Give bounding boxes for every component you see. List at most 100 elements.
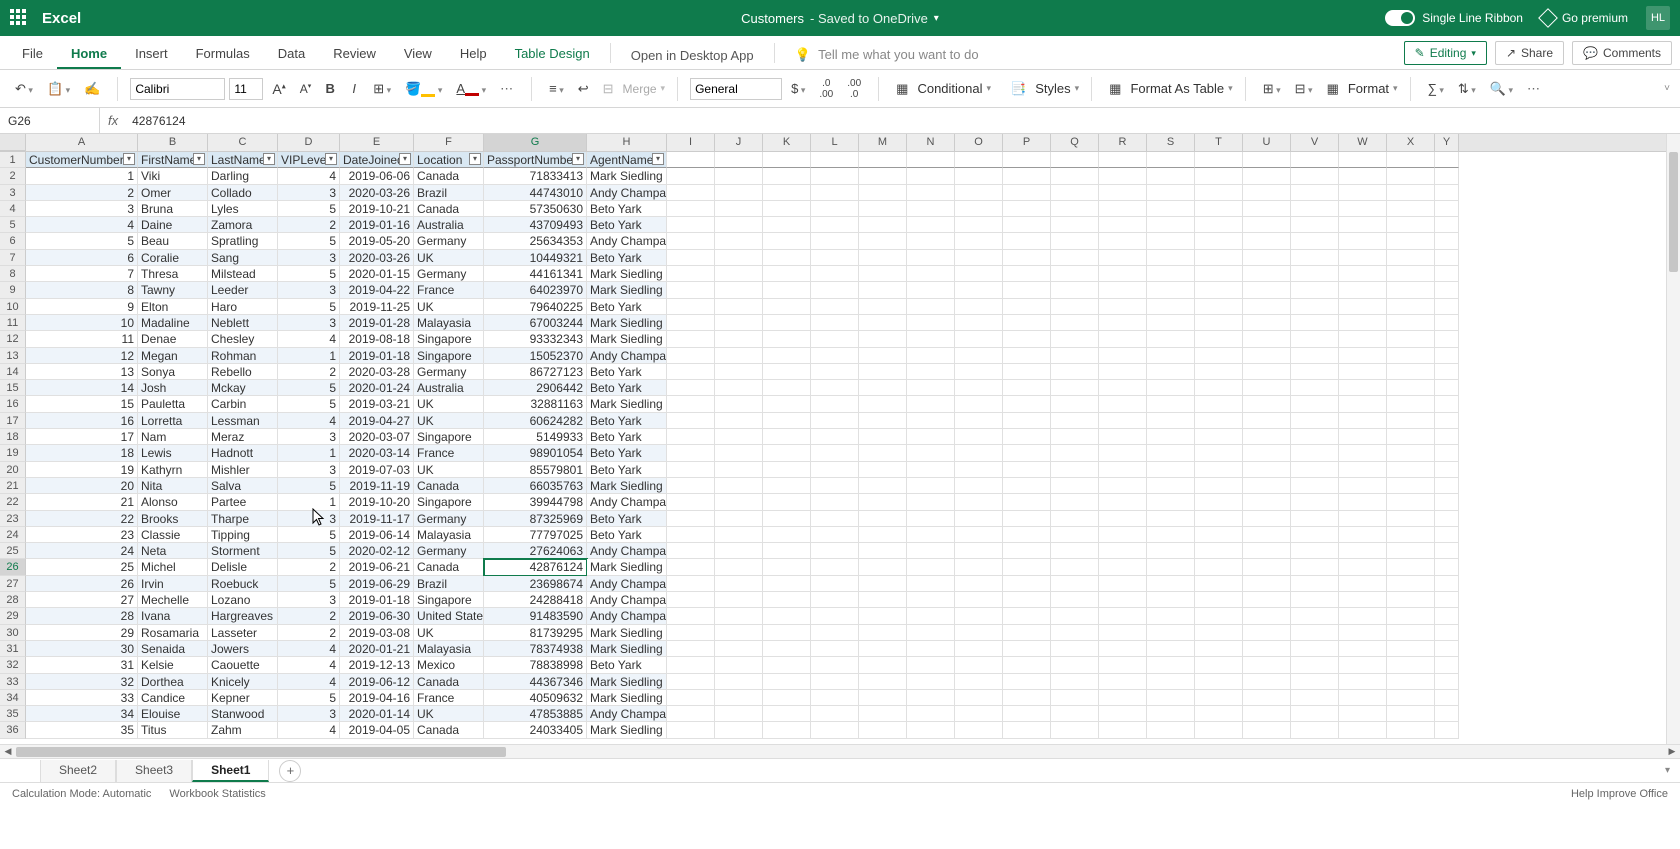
cell[interactable]: Knicely bbox=[208, 674, 278, 690]
cell[interactable] bbox=[1339, 543, 1387, 559]
cell[interactable] bbox=[1099, 364, 1147, 380]
cell[interactable]: 4 bbox=[278, 657, 340, 673]
header-cell[interactable] bbox=[811, 152, 859, 168]
cell[interactable] bbox=[1339, 625, 1387, 641]
cell[interactable]: 3 bbox=[278, 282, 340, 298]
cell[interactable] bbox=[1147, 299, 1195, 315]
cell[interactable]: 1 bbox=[278, 445, 340, 461]
cell[interactable] bbox=[667, 608, 715, 624]
cell[interactable]: 98901054 bbox=[484, 445, 587, 461]
row-header[interactable]: 24 bbox=[0, 527, 26, 543]
cell[interactable] bbox=[763, 315, 811, 331]
cell[interactable]: 28 bbox=[26, 608, 138, 624]
cell[interactable]: 2019-11-25 bbox=[340, 299, 414, 315]
cell[interactable] bbox=[1339, 722, 1387, 738]
cell[interactable] bbox=[859, 380, 907, 396]
comments-button[interactable]: 💬 Comments bbox=[1572, 41, 1672, 65]
cell[interactable]: Mckay bbox=[208, 380, 278, 396]
cell[interactable] bbox=[1003, 543, 1051, 559]
cell[interactable] bbox=[1339, 250, 1387, 266]
cell[interactable] bbox=[667, 494, 715, 510]
cell[interactable] bbox=[1147, 185, 1195, 201]
cell[interactable] bbox=[907, 201, 955, 217]
cell[interactable] bbox=[715, 168, 763, 184]
cell[interactable] bbox=[1435, 478, 1459, 494]
cell[interactable] bbox=[1051, 250, 1099, 266]
cell[interactable] bbox=[1387, 559, 1435, 575]
go-premium-button[interactable]: Go premium bbox=[1541, 11, 1628, 25]
cell[interactable] bbox=[1339, 233, 1387, 249]
cell[interactable]: Titus bbox=[138, 722, 208, 738]
column-header[interactable]: L bbox=[811, 134, 859, 151]
cell[interactable] bbox=[1003, 364, 1051, 380]
cell[interactable] bbox=[1195, 478, 1243, 494]
cell[interactable]: Alonso bbox=[138, 494, 208, 510]
cell[interactable]: 78374938 bbox=[484, 641, 587, 657]
cell[interactable] bbox=[1003, 201, 1051, 217]
cell[interactable] bbox=[1339, 494, 1387, 510]
cell[interactable]: 25634353 bbox=[484, 233, 587, 249]
cell[interactable]: Australia bbox=[414, 217, 484, 233]
cell[interactable]: 4 bbox=[278, 168, 340, 184]
cell[interactable]: Nam bbox=[138, 429, 208, 445]
cell[interactable] bbox=[907, 364, 955, 380]
cell[interactable] bbox=[1435, 511, 1459, 527]
cell[interactable]: 2020-01-15 bbox=[340, 266, 414, 282]
cell[interactable]: 24288418 bbox=[484, 592, 587, 608]
cell[interactable] bbox=[1339, 608, 1387, 624]
cell[interactable]: 2019-12-13 bbox=[340, 657, 414, 673]
cell[interactable]: Andy Champan bbox=[587, 543, 667, 559]
cell[interactable] bbox=[1243, 478, 1291, 494]
cell[interactable]: 2019-01-16 bbox=[340, 217, 414, 233]
cell[interactable] bbox=[811, 559, 859, 575]
more-options[interactable]: ⋯ bbox=[1522, 78, 1546, 100]
cell[interactable] bbox=[1435, 413, 1459, 429]
cell[interactable] bbox=[1147, 282, 1195, 298]
cell[interactable] bbox=[1243, 445, 1291, 461]
cell[interactable] bbox=[1147, 494, 1195, 510]
cell[interactable] bbox=[955, 722, 1003, 738]
cell[interactable] bbox=[667, 185, 715, 201]
cell[interactable] bbox=[1147, 543, 1195, 559]
cell[interactable] bbox=[955, 282, 1003, 298]
cell[interactable]: 5 bbox=[278, 266, 340, 282]
cell[interactable]: 2019-03-08 bbox=[340, 625, 414, 641]
cell[interactable]: Germany bbox=[414, 233, 484, 249]
cell[interactable] bbox=[1099, 527, 1147, 543]
cell[interactable] bbox=[1147, 559, 1195, 575]
cell[interactable] bbox=[859, 641, 907, 657]
cell[interactable]: France bbox=[414, 445, 484, 461]
cell[interactable]: 34 bbox=[26, 706, 138, 722]
cell[interactable] bbox=[1003, 462, 1051, 478]
cell[interactable] bbox=[1243, 511, 1291, 527]
cell[interactable] bbox=[859, 348, 907, 364]
cell[interactable]: Mark Siedling bbox=[587, 168, 667, 184]
cell[interactable] bbox=[763, 657, 811, 673]
cell[interactable] bbox=[1387, 282, 1435, 298]
scroll-right-icon[interactable]: ▶ bbox=[1664, 746, 1680, 757]
cell[interactable]: Rohman bbox=[208, 348, 278, 364]
cell[interactable] bbox=[955, 559, 1003, 575]
cell[interactable] bbox=[1243, 217, 1291, 233]
cell[interactable]: Singapore bbox=[414, 592, 484, 608]
cell[interactable] bbox=[1243, 576, 1291, 592]
cell[interactable] bbox=[763, 266, 811, 282]
cell[interactable]: 3 bbox=[278, 185, 340, 201]
cell[interactable]: Mark Siedling bbox=[587, 559, 667, 575]
cell[interactable] bbox=[1339, 380, 1387, 396]
cell[interactable] bbox=[667, 168, 715, 184]
cell[interactable] bbox=[1195, 299, 1243, 315]
cell[interactable]: 2019-04-16 bbox=[340, 690, 414, 706]
cell[interactable]: 44743010 bbox=[484, 185, 587, 201]
cell[interactable]: Beto Yark bbox=[587, 462, 667, 478]
column-header[interactable]: Q bbox=[1051, 134, 1099, 151]
cell[interactable]: 2906442 bbox=[484, 380, 587, 396]
cell[interactable]: 5 bbox=[278, 299, 340, 315]
cell[interactable] bbox=[763, 168, 811, 184]
cell[interactable] bbox=[1099, 494, 1147, 510]
cell[interactable] bbox=[1339, 478, 1387, 494]
cell[interactable]: 2019-11-17 bbox=[340, 511, 414, 527]
cell[interactable] bbox=[1339, 315, 1387, 331]
cell[interactable]: Stanwood bbox=[208, 706, 278, 722]
help-improve[interactable]: Help Improve Office bbox=[1571, 788, 1668, 800]
